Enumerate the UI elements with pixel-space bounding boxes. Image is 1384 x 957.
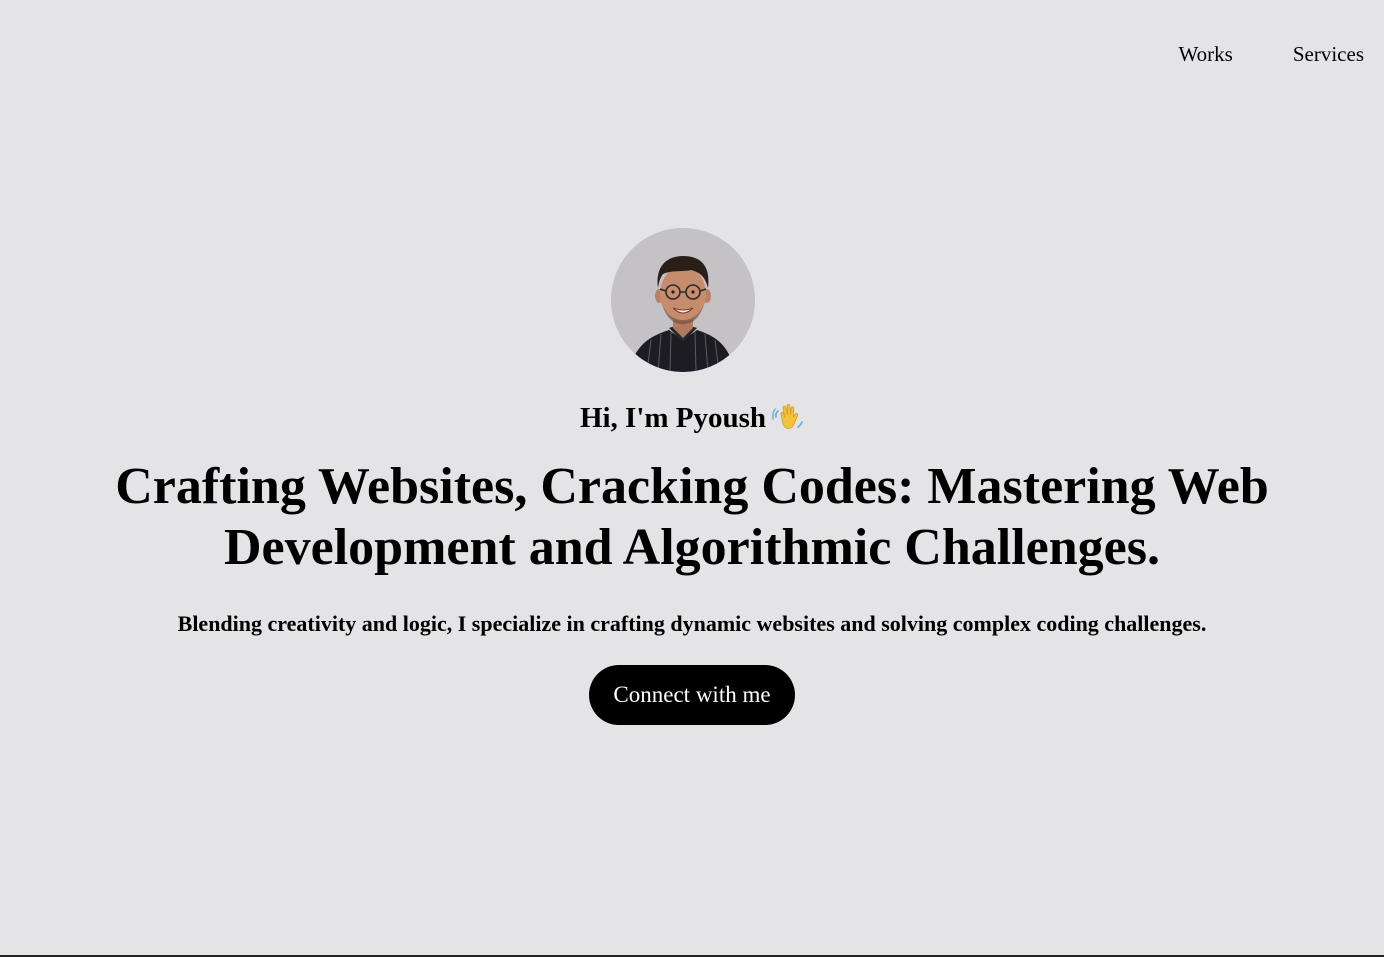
nav-item-works[interactable]: Works bbox=[1179, 40, 1233, 68]
connect-button[interactable]: Connect with me bbox=[589, 665, 795, 725]
waving-hand-icon bbox=[772, 402, 804, 434]
profile-photo bbox=[610, 228, 755, 372]
headline: Crafting Websites, Cracking Codes: Maste… bbox=[115, 458, 1269, 576]
hero-section: Hi, I'm Pyoush Crafting Websites, Cracki… bbox=[0, 228, 1384, 725]
greeting: Hi, I'm Pyoush bbox=[580, 400, 804, 436]
subtitle: Blending creativity and logic, I special… bbox=[177, 611, 1207, 636]
greeting-text: Hi, I'm Pyoush bbox=[579, 402, 767, 434]
nav-item-services[interactable]: Services bbox=[1293, 40, 1364, 68]
top-nav: Works Services bbox=[1179, 40, 1364, 68]
avatar bbox=[610, 228, 755, 372]
